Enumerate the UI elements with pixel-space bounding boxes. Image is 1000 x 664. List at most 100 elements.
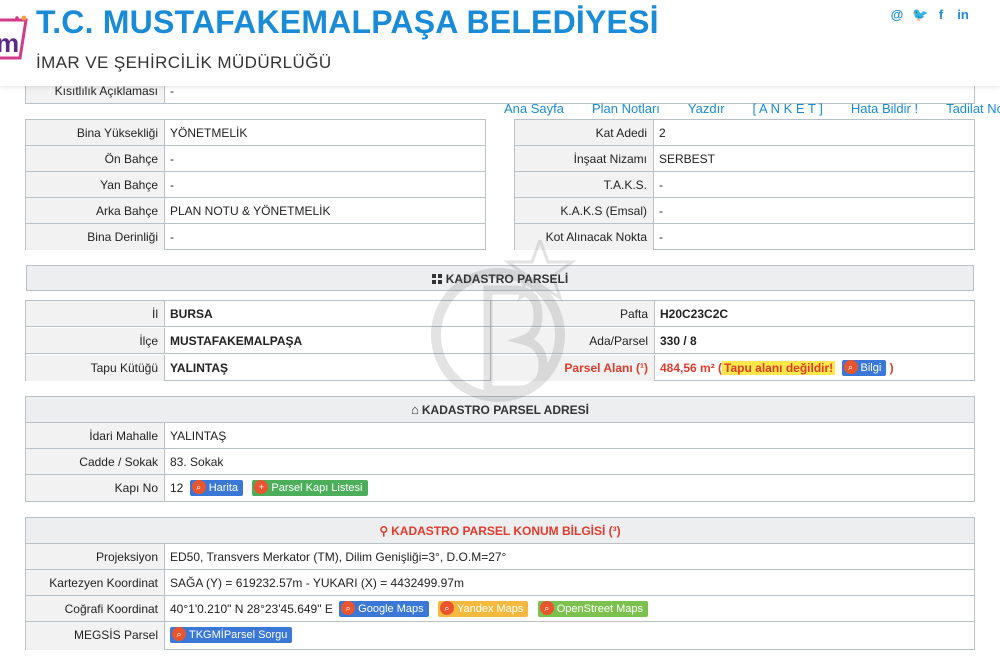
parsel-adresi-section: ⌂ KADASTRO PARSEL ADRESİ İdari Mahalle YA… (25, 396, 975, 502)
table-row: Kapı No 12 ⌕ Harita + Parsel Kapı Listesi (26, 475, 974, 501)
site-header: m T.C. MUSTAFAKEMALPAŞA BELEDİYESİ İMAR … (0, 0, 1000, 86)
twitter-icon[interactable]: 🐦 (912, 7, 928, 23)
facebook-icon[interactable]: f (934, 7, 948, 23)
row-value: - (170, 230, 174, 244)
section-title: KADASTRO PARSELİ (445, 272, 569, 286)
construction-table: Kat Adedi 2 İnşaat Nizamı SERBEST T.A.K.… (514, 119, 975, 250)
note-close-paren: ) (889, 361, 894, 375)
pafta-value: H20C23C2C (660, 307, 729, 321)
cadde-value: 83. Sokak (170, 455, 224, 469)
cadde-label: Cadde / Sokak (26, 449, 165, 474)
cografi-value-cell: 40°1'0.210" N 28°23'45.649" E ⌕ Google Ma… (165, 596, 974, 621)
projeksiyon-label: Projeksiyon (26, 544, 165, 569)
row-label: Kot Alınacak Nokta (515, 224, 654, 250)
row-value: PLAN NOTU & YÖNETMELİK (170, 204, 331, 218)
kapi-label: Kapı No (26, 475, 165, 501)
table-row: Projeksiyon ED50, Transvers Merkator (TM… (26, 544, 974, 570)
table-row: Tapu Kütüğü YALINTAŞ (26, 355, 490, 381)
row-label: Arka Bahçe (26, 198, 165, 223)
row-label: Kat Adedi (515, 120, 654, 145)
yandex-maps-button[interactable]: ⌕ Yandex Maps (437, 600, 529, 617)
location-pin-icon: ⚲ (379, 524, 389, 538)
tapu-warning: Tapu alanı değildir! (722, 361, 836, 375)
list-icon: + (254, 479, 269, 494)
table-row: Kot Alınacak Nokta - (515, 224, 974, 250)
row-value: 2 (659, 126, 666, 140)
row-label: Bina Yüksekliği (26, 120, 165, 145)
megsis-button[interactable]: ⌕ TKGMİParsel Sorgu (170, 626, 293, 643)
konum-bilgisi-heading: ⚲ KADASTRO PARSEL KONUM BİLGİSİ (³) (26, 518, 974, 544)
table-row: K.A.K.S (Emsal) - (515, 198, 974, 224)
table-row: Parsel Alanı (¹) 484,56 m² (Tapu alanı d… (491, 355, 974, 381)
parsel-alani-value: 484,56 m² (660, 361, 715, 375)
row-value: - (659, 230, 663, 244)
parsel-adresi-heading: ⌂ KADASTRO PARSEL ADRESİ (26, 397, 974, 423)
map-icon: ⌕ (539, 600, 554, 615)
section-title: KADASTRO PARSEL ADRESİ (421, 403, 589, 417)
grid-icon (431, 274, 442, 284)
table-row: İdari Mahalle YALINTAŞ (26, 423, 974, 449)
harita-button[interactable]: ⌕ Harita (189, 479, 244, 496)
yandex-maps-label: Yandex Maps (456, 602, 524, 615)
kapi-listesi-label: Parsel Kapı Listesi (271, 481, 363, 494)
social-links: @ 🐦 f in (890, 7, 970, 23)
map-icon: ⌕ (439, 600, 454, 615)
table-row: Pafta H20C23C2C (491, 301, 974, 327)
row-value: - (659, 204, 663, 218)
row-value: SERBEST (659, 152, 716, 166)
table-row: Bina Derinliği - (26, 224, 485, 250)
building-rules-table: Bina Yüksekliği YÖNETMELİK Ön Bahçe - Ya… (25, 119, 486, 250)
ilce-value: MUSTAFAKEMALPAŞA (170, 334, 303, 348)
tapu-value: YALINTAŞ (170, 361, 229, 375)
cografi-label: Coğrafi Koordinat (26, 596, 165, 621)
harita-label: Harita (208, 481, 239, 494)
row-value: - (170, 178, 174, 192)
table-row: Yan Bahçe - (26, 172, 485, 198)
pafta-label: Pafta (491, 301, 655, 326)
municipality-logo[interactable]: m (0, 14, 30, 70)
page-nav: Ana Sayfa Plan Notları Yazdır [ A N K E … (504, 101, 1000, 116)
nav-plan-notlari[interactable]: Plan Notları (592, 101, 660, 116)
row-label: Bina Derinliği (26, 224, 165, 250)
cografi-value: 40°1'0.210" N 28°23'45.649" E (170, 602, 333, 616)
kartezyen-label: Kartezyen Koordinat (26, 570, 165, 595)
osm-button[interactable]: ⌕ OpenStreet Maps (537, 600, 648, 617)
row-value: - (659, 178, 663, 192)
nav-tadilat[interactable]: Tadilat No (946, 101, 1000, 116)
table-row: T.A.K.S. - (515, 172, 974, 198)
bilgi-button[interactable]: ⌕ Bilgi (841, 359, 887, 376)
email-icon[interactable]: @ (890, 7, 904, 23)
linkedin-icon[interactable]: in (956, 7, 970, 23)
kapi-listesi-button[interactable]: + Parsel Kapı Listesi (252, 479, 368, 496)
section-title: KADASTRO PARSEL KONUM BİLGİSİ (³) (391, 524, 621, 538)
projeksiyon-value: ED50, Transvers Merkator (TM), Dilim Gen… (170, 550, 507, 564)
table-row: Kat Adedi 2 (515, 120, 974, 146)
nav-ana-sayfa[interactable]: Ana Sayfa (504, 101, 564, 116)
mahalle-label: İdari Mahalle (26, 423, 165, 448)
kadastro-parseli-heading: KADASTRO PARSELİ (26, 265, 974, 291)
google-maps-button[interactable]: ⌕ Google Maps (339, 600, 429, 617)
table-row: Coğrafi Koordinat 40°1'0.210" N 28°23'45… (26, 596, 974, 622)
map-icon: ⌕ (191, 479, 206, 494)
mahalle-value: YALINTAŞ (170, 429, 227, 443)
nav-hata-bildir[interactable]: Hata Bildir ! (851, 101, 918, 116)
megsis-label: MEGSİS Parsel (26, 622, 165, 650)
nav-yazdir[interactable]: Yazdır (688, 101, 725, 116)
home-icon: ⌂ (411, 402, 419, 417)
info-icon: ⌕ (843, 359, 858, 374)
table-row: İlçe MUSTAFAKEMALPAŞA (26, 328, 490, 354)
kapi-value-cell: 12 ⌕ Harita + Parsel Kapı Listesi (165, 475, 974, 501)
nav-anket[interactable]: [ A N K E T ] (753, 101, 823, 116)
row-value: YÖNETMELİK (170, 126, 248, 140)
map-icon: ⌕ (341, 600, 356, 615)
il-label: İl (26, 301, 165, 326)
table-row: Kartezyen Koordinat SAĞA (Y) = 619232.57… (26, 570, 974, 596)
kartezyen-value: SAĞA (Y) = 619232.57m - YUKARI (X) = 443… (170, 576, 464, 590)
table-row: MEGSİS Parsel ⌕ TKGMİParsel Sorgu (26, 622, 974, 650)
site-subtitle: İMAR VE ŞEHİRCİLİK MÜDÜRLÜĞÜ (36, 53, 332, 72)
site-title[interactable]: T.C. MUSTAFAKEMALPAŞA BELEDİYESİ (36, 4, 659, 41)
svg-text:m: m (0, 28, 19, 58)
konum-bilgisi-section: ⚲ KADASTRO PARSEL KONUM BİLGİSİ (³) Proje… (25, 517, 975, 650)
table-row: Ada/Parsel 330 / 8 (491, 328, 974, 354)
row-label: Ön Bahçe (26, 146, 165, 171)
